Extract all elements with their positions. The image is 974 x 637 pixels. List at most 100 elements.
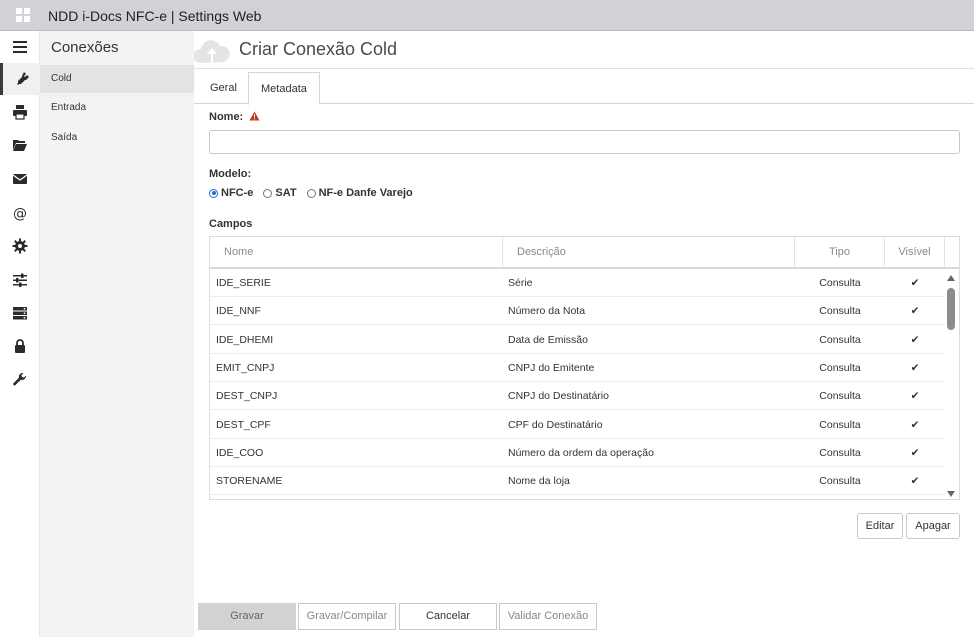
cell-visivel-check-icon: ✔ <box>910 390 920 403</box>
column-header-nome[interactable]: Nome <box>210 237 503 267</box>
connections-submenu: Conexões Cold Entrada Saída <box>40 31 194 637</box>
save-compile-button[interactable]: Gravar/Compilar <box>298 603 396 630</box>
cell-descricao: Número da ordem da operação <box>508 446 654 459</box>
tab-metadata[interactable]: Metadata <box>248 72 320 105</box>
cell-tipo: Consulta <box>819 390 861 403</box>
hamburger-menu-icon[interactable] <box>0 31 40 63</box>
table-row[interactable]: EMIT_CNPJ CNPJ do Emitente Consulta ✔ <box>210 354 945 382</box>
submenu-item-entrada[interactable]: Entrada <box>40 94 194 122</box>
submenu-item-saida[interactable]: Saída <box>40 124 194 152</box>
campos-label: Campos <box>209 218 253 230</box>
radio-indicator <box>263 188 273 198</box>
plug-icon[interactable] <box>0 63 40 95</box>
modelo-label: Modelo: <box>209 168 252 180</box>
cell-nome: STORENAME <box>216 475 283 488</box>
cell-descricao: Número da Nota <box>508 305 586 318</box>
submenu-item-cold[interactable]: Cold <box>40 65 194 93</box>
cell-descricao: CNPJ do Destinatário <box>508 390 609 403</box>
name-input[interactable] <box>209 130 960 154</box>
scroll-thumb[interactable] <box>947 288 955 330</box>
cell-visivel-check-icon: ✔ <box>910 361 920 374</box>
cell-nome: IDE_DHEMI <box>216 333 274 346</box>
sliders-icon[interactable] <box>0 264 40 296</box>
submenu-title: Conexões <box>51 39 119 56</box>
name-label-wrap: Nome: <box>209 111 260 123</box>
app-grid-icon <box>16 8 30 22</box>
radio-sat[interactable]: SAT <box>263 187 297 199</box>
server-icon[interactable] <box>0 297 40 329</box>
delete-button[interactable]: Apagar <box>906 513 960 539</box>
grid-body: IDE_SERIE Série Consulta ✔ IDE_NNF Número da … <box>210 269 945 499</box>
table-row[interactable]: DEST_CPF CPF do Destinatário Consulta ✔ <box>210 411 945 439</box>
gear-icon[interactable] <box>0 230 40 262</box>
cell-tipo: Consulta <box>819 361 861 374</box>
tab-bar: Geral Metadata <box>194 72 974 105</box>
cell-descricao: CNPJ do Emitente <box>508 361 595 374</box>
title-bar: NDD i-Docs NFC-e | Settings Web <box>0 0 974 31</box>
radio-selected-indicator <box>209 188 218 198</box>
svg-text:@: @ <box>13 206 27 221</box>
cell-descricao: CPF do Destinatário <box>508 418 603 431</box>
table-row[interactable]: IDE_COO Número da ordem da operação Consul… <box>210 439 945 467</box>
scroll-down-icon[interactable] <box>947 491 955 497</box>
cell-visivel-check-icon: ✔ <box>910 305 920 318</box>
cell-tipo: Consulta <box>819 418 861 431</box>
cell-nome: IDE_NNF <box>216 305 261 318</box>
table-row[interactable]: IDE_NNF Número da Nota Consulta ✔ <box>210 297 945 326</box>
lock-icon[interactable] <box>0 330 40 362</box>
cell-visivel-check-icon: ✔ <box>910 333 920 346</box>
modelo-radio-group: NFC-e SAT NF-e Danfe Varejo <box>209 187 413 199</box>
column-header-visivel[interactable]: Visível <box>885 237 945 267</box>
cell-visivel-check-icon: ✔ <box>910 418 920 431</box>
table-row[interactable]: DEST_CNPJ CNPJ do Destinatário Consulta ✔ <box>210 382 945 411</box>
cell-nome: DEST_CPF <box>216 418 271 431</box>
radio-indicator <box>306 188 316 198</box>
wrench-icon[interactable] <box>0 364 40 396</box>
cell-nome: IDE_COO <box>216 446 264 459</box>
cell-nome: IDE_SERIE <box>216 277 271 289</box>
grid-header: Nome Descrição Tipo Visível <box>210 237 959 269</box>
table-row[interactable]: IDE_DHEMI Data de Emissão Consulta ✔ <box>210 326 945 354</box>
validate-connection-button[interactable]: Validar Conexão <box>499 603 597 630</box>
grid-scrollbar[interactable] <box>944 271 958 499</box>
tab-geral[interactable]: Geral <box>198 72 249 104</box>
cell-visivel-check-icon: ✔ <box>910 446 920 459</box>
column-header-tipo[interactable]: Tipo <box>795 237 885 267</box>
cell-visivel-check-icon: ✔ <box>910 277 920 289</box>
main-content: Criar Conexão Cold Geral Metadata Nome: … <box>194 31 974 637</box>
cell-visivel-check-icon: ✔ <box>910 475 920 488</box>
folder-open-icon[interactable] <box>0 129 40 161</box>
cell-tipo: Consulta <box>819 446 861 459</box>
printer-icon[interactable] <box>0 96 40 128</box>
cell-tipo: Consulta <box>819 277 861 289</box>
radio-label: NFC-e <box>221 187 254 199</box>
cell-tipo: Consulta <box>819 333 861 346</box>
icon-sidebar: @ <box>0 31 40 637</box>
envelope-icon[interactable] <box>0 163 40 195</box>
cell-tipo: Consulta <box>819 475 861 488</box>
window-title: NDD i-Docs NFC-e | Settings Web <box>48 8 262 24</box>
cell-descricao: Série <box>508 277 533 289</box>
page-title: Criar Conexão Cold <box>239 39 398 59</box>
edit-button[interactable]: Editar <box>857 513 903 539</box>
table-row[interactable]: IDE_SERIE Série Consulta ✔ <box>210 269 945 297</box>
page-header: Criar Conexão Cold <box>194 31 974 69</box>
cell-nome: EMIT_CNPJ <box>216 361 275 374</box>
campos-grid: Nome Descrição Tipo Visível IDE_SERIE Sér… <box>209 236 960 500</box>
cell-descricao: Nome da loja <box>508 475 570 488</box>
warning-icon <box>249 111 260 121</box>
radio-nfce[interactable]: NFC-e <box>209 187 253 199</box>
save-button[interactable]: Gravar <box>198 603 296 630</box>
radio-label: SAT <box>275 187 297 199</box>
cell-nome: DEST_CNPJ <box>216 390 278 403</box>
cell-tipo: Consulta <box>819 305 861 318</box>
radio-nfe-danfe-varejo[interactable]: NF-e Danfe Varejo <box>306 187 413 199</box>
at-sign-icon[interactable]: @ <box>0 197 40 229</box>
table-row[interactable]: STORENAME Nome da loja Consulta ✔ <box>210 467 945 496</box>
scroll-up-icon[interactable] <box>947 275 955 281</box>
radio-label: NF-e Danfe Varejo <box>318 187 413 199</box>
cloud-upload-icon <box>194 40 230 63</box>
name-label: Nome: <box>209 111 244 123</box>
column-header-descricao[interactable]: Descrição <box>503 237 795 267</box>
cancel-button[interactable]: Cancelar <box>399 603 497 630</box>
